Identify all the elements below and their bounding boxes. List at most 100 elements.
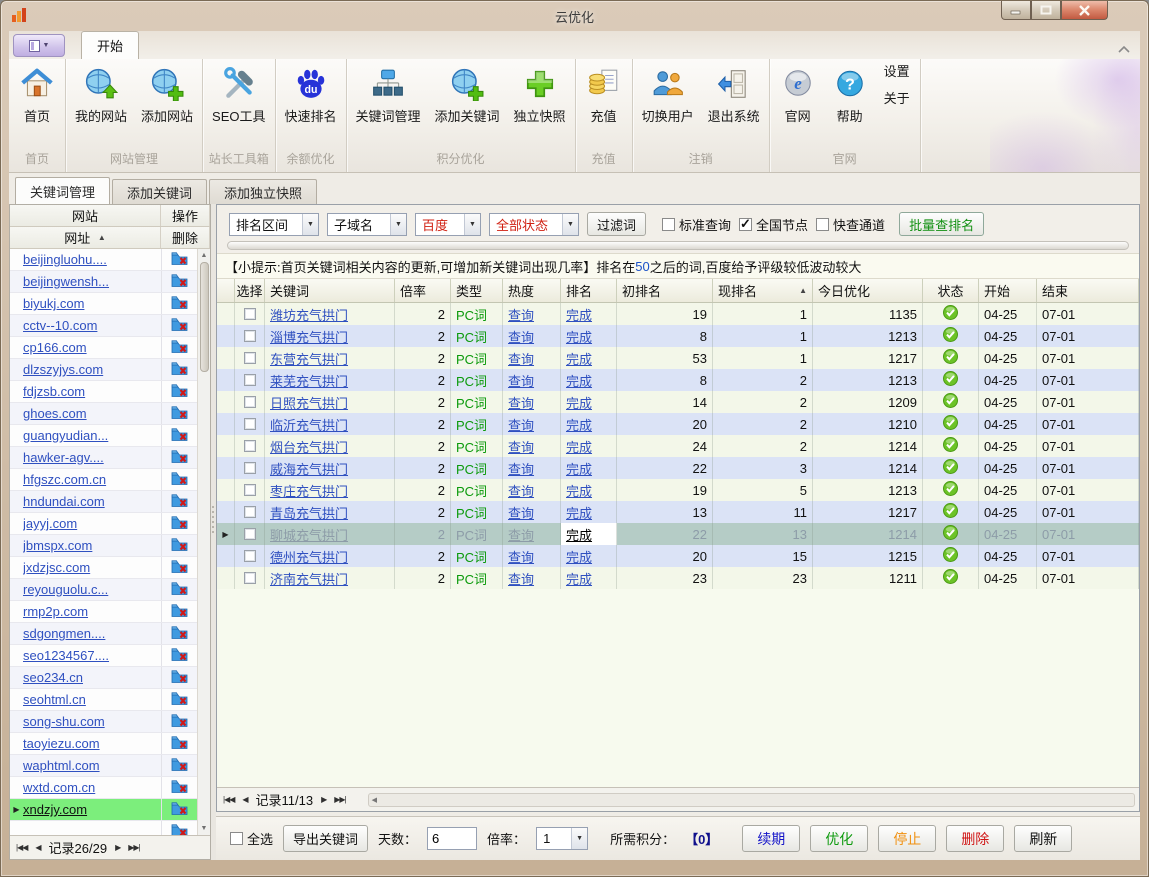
site-row[interactable]: fdjzsb.com [10,381,197,403]
standalone-snapshot-button[interactable]: 独立快照 [507,61,573,145]
keyword-link[interactable]: 威海充气拱门 [270,459,348,478]
add-site-button[interactable]: 添加网站 [134,61,200,145]
site-link[interactable]: jxdzjsc.com [23,560,161,575]
row-select-cell[interactable] [235,435,265,457]
export-keywords-button[interactable]: 导出关键词 [283,825,368,852]
delete-site-button[interactable] [161,645,197,666]
column-header-site[interactable]: 网站 [10,205,161,226]
column-header-delete[interactable]: 删除 [161,227,210,248]
keyword-row[interactable]: 东营充气拱门2PC词查询完成531121704-2507-01 [217,347,1139,369]
delete-site-button[interactable] [161,557,197,578]
site-link[interactable]: sdgongmen.... [23,626,161,641]
row-select-cell[interactable] [235,523,265,545]
status-filter-dropdown[interactable]: 全部状态▼ [489,213,579,236]
delete-site-button[interactable] [161,315,197,336]
heat-query-link[interactable]: 查询 [508,305,534,324]
row-checkbox[interactable] [244,572,256,584]
site-row[interactable]: rmp2p.com [10,601,197,623]
batch-rank-check-button[interactable]: 批量查排名 [899,212,984,236]
pager-last-button[interactable]: ▶▶| [128,843,139,852]
recharge-button[interactable]: 充值 [578,61,630,145]
add-keyword-button[interactable]: 添加关键词 [428,61,507,145]
row-select-cell[interactable] [235,369,265,391]
site-row[interactable]: sdgongmen.... [10,623,197,645]
keyword-link[interactable]: 临沂充气拱门 [270,415,348,434]
delete-site-button[interactable] [161,381,197,402]
row-checkbox[interactable] [244,308,256,320]
site-row[interactable] [10,821,197,835]
keyword-link[interactable]: 烟台充气拱门 [270,437,348,456]
column-header-type[interactable]: 类型 [451,279,503,302]
scroll-up-icon[interactable]: ▲ [201,249,208,262]
row-checkbox[interactable] [244,506,256,518]
filter-words-button[interactable]: 过滤词 [587,212,646,236]
tab-add-keyword[interactable]: 添加关键词 [112,179,207,204]
site-link[interactable]: rmp2p.com [23,604,161,619]
close-button[interactable] [1061,1,1108,20]
row-checkbox[interactable] [244,352,256,364]
row-select-cell[interactable] [235,413,265,435]
pager-last-button[interactable]: ▶▶| [334,795,345,804]
checkbox-box[interactable] [230,832,243,845]
delete-site-button[interactable] [161,403,197,424]
help-button[interactable]: ? 帮助 [824,61,876,145]
heat-query-link[interactable]: 查询 [508,547,534,566]
site-row[interactable]: dlzszyjys.com [10,359,197,381]
keyword-row[interactable]: 潍坊充气拱门2PC词查询完成191113504-2507-01 [217,303,1139,325]
select-all-checkbox[interactable]: 全选 [230,829,273,848]
site-link[interactable]: seohtml.cn [23,692,161,707]
delete-site-button[interactable] [161,601,197,622]
official-site-button[interactable]: e 官网 [772,61,824,145]
keyword-link[interactable]: 德州充气拱门 [270,547,348,566]
rank-done-link[interactable]: 完成 [566,547,592,566]
my-sites-button[interactable]: 我的网站 [68,61,134,145]
rank-done-link[interactable]: 完成 [566,349,592,368]
keyword-link[interactable]: 淄博充气拱门 [270,327,348,346]
keyword-row[interactable]: 枣庄充气拱门2PC词查询完成195121304-2507-01 [217,479,1139,501]
national-nodes-checkbox[interactable]: 全国节点 [739,215,808,234]
delete-site-button[interactable] [161,821,197,835]
subdomain-dropdown[interactable]: 子域名▼ [327,213,407,236]
column-header-status[interactable]: 状态 [923,279,979,302]
heat-query-link[interactable]: 查询 [508,525,534,544]
keyword-row[interactable]: 青岛充气拱门2PC词查询完成1311121704-2507-01 [217,501,1139,523]
row-checkbox[interactable] [244,462,256,474]
row-checkbox[interactable] [244,528,256,540]
delete-site-button[interactable] [161,799,197,820]
site-link[interactable]: taoyiezu.com [23,736,161,751]
about-button[interactable]: 关于 [884,88,910,107]
keyword-row[interactable]: 烟台充气拱门2PC词查询完成242121404-2507-01 [217,435,1139,457]
rate-dropdown[interactable]: 1▼ [536,827,588,850]
column-header-today-opt[interactable]: 今日优化 [813,279,923,302]
column-header-op[interactable]: 操作 [161,205,210,226]
site-row[interactable]: cctv--10.com [10,315,197,337]
keyword-row[interactable]: 莱芜充气拱门2PC词查询完成82121304-2507-01 [217,369,1139,391]
delete-site-button[interactable] [161,293,197,314]
rank-done-link[interactable]: 完成 [566,437,592,456]
checkbox-box[interactable] [739,218,752,231]
row-checkbox[interactable] [244,418,256,430]
tab-keyword-manage[interactable]: 关键词管理 [15,177,110,204]
row-select-cell[interactable] [235,391,265,413]
site-link[interactable]: waphtml.com [23,758,161,773]
settings-button[interactable]: 设置 [884,61,910,80]
column-header-rank[interactable]: 排名 [561,279,617,302]
keyword-row[interactable]: 济南充气拱门2PC词查询完成2323121104-2507-01 [217,567,1139,589]
rank-done-link[interactable]: 完成 [566,525,592,544]
delete-site-button[interactable] [161,733,197,754]
rank-done-link[interactable]: 完成 [566,393,592,412]
keyword-manage-button[interactable]: 关键词管理 [349,61,428,145]
keyword-row[interactable]: 日照充气拱门2PC词查询完成142120904-2507-01 [217,391,1139,413]
row-checkbox[interactable] [244,330,256,342]
rank-done-link[interactable]: 完成 [566,569,592,588]
keyword-row[interactable]: 德州充气拱门2PC词查询完成2015121504-2507-01 [217,545,1139,567]
stop-button[interactable]: 停止 [878,825,936,852]
site-row[interactable]: wxtd.com.cn [10,777,197,799]
standard-query-checkbox[interactable]: 标准查询 [662,215,731,234]
heat-query-link[interactable]: 查询 [508,393,534,412]
site-link[interactable]: hndundai.com [23,494,161,509]
delete-site-button[interactable] [161,491,197,512]
site-link[interactable]: ghoes.com [23,406,161,421]
site-row[interactable]: jbmspx.com [10,535,197,557]
ribbon-tab-start[interactable]: 开始 [81,31,139,59]
